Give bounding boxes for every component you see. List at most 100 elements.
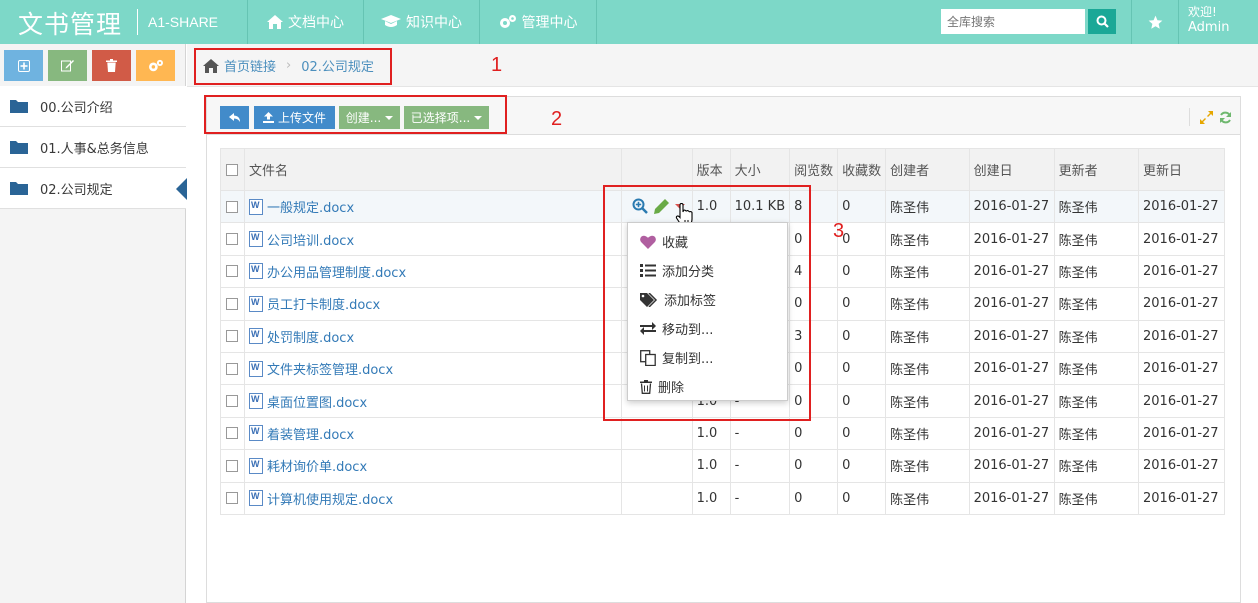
creator-cell: 陈圣伟 [885,254,970,289]
version-cell: 1.0 [691,416,731,451]
row-checkbox[interactable] [226,492,239,505]
table-row[interactable]: W 着装管理.docx 1.0-0 0 陈圣伟 2016-01-27 陈圣伟 2016-01-… [220,416,1225,451]
file-name: 办公用品管理制度.docx [266,265,407,281]
nav-knowledge-center[interactable]: 知识中心 [363,0,479,44]
views-cell: 0 [789,416,839,451]
col-updated[interactable]: 更新日 [1138,148,1225,191]
created-date-cell: 2016-01-27 [968,481,1055,515]
file-name: 文件夹标签管理.docx [266,363,394,379]
user-menu[interactable]: 欢迎! Admin [1188,5,1229,35]
panel-tools [1189,108,1232,126]
created-date-cell: 2016-01-27 [968,319,1055,353]
row-checkbox[interactable] [226,297,239,310]
row-checkbox[interactable] [226,459,239,472]
creator-cell: 陈圣伟 [885,319,970,353]
col-creator[interactable]: 创建者 [885,148,970,191]
updated-date-cell: 2016-01-27 [1138,319,1225,353]
table-row[interactable]: W 耗材询价单.docx 1.0-0 0 陈圣伟 2016-01-27 陈圣伟 2016-01… [220,449,1225,483]
file-link[interactable]: W 办公用品管理制度.docx [248,262,617,281]
size-cell: - [729,449,791,483]
select-all-checkbox[interactable] [226,163,239,176]
word-doc-icon: W [248,425,263,442]
search-button[interactable] [1088,9,1116,34]
word-doc-icon: W [248,393,263,410]
favorites-cell: 0 [837,222,887,256]
updated-date-cell: 2016-01-27 [1138,481,1225,515]
file-link[interactable]: W 耗材询价单.docx [248,456,617,475]
file-link[interactable]: W 文件夹标签管理.docx [248,359,617,379]
app-subtitle: A1-SHARE [148,14,219,30]
cogs-icon [499,15,516,28]
edit-folder-button[interactable] [48,50,87,81]
created-date-cell: 2016-01-27 [968,449,1055,483]
file-link[interactable]: W 员工打卡制度.docx [248,294,617,313]
col-favorites[interactable]: 收藏数 [837,148,887,191]
row-checkbox[interactable] [226,265,239,278]
updater-cell: 陈圣伟 [1053,449,1140,483]
file-link[interactable]: W 处罚制度.docx [248,327,617,346]
table-row[interactable]: W 计算机使用规定.docx 1.0-0 0 陈圣伟 2016-01-27 陈圣伟 2016-… [220,481,1225,515]
file-name-cell: W 员工打卡制度.docx [243,287,622,321]
favorites-button[interactable] [1131,0,1179,44]
nav-label: 知识中心 [406,15,462,31]
updated-date-cell: 2016-01-27 [1138,222,1225,256]
folder-item-hr-affairs[interactable]: 01.人事&总务信息 [0,127,186,168]
col-created[interactable]: 创建日 [968,148,1055,191]
expand-icon[interactable] [1200,110,1213,124]
folder-item-company-intro[interactable]: 00.公司介绍 [0,86,186,127]
folder-icon [10,141,28,154]
file-link[interactable]: W 着装管理.docx [248,424,617,443]
file-link[interactable]: W 计算机使用规定.docx [248,489,617,508]
row-checkbox[interactable] [226,330,239,343]
row-checkbox[interactable] [226,362,239,375]
favorites-cell: 0 [837,481,887,515]
annotation-box-row-menu [603,185,811,421]
delete-folder-button[interactable] [92,50,131,81]
updated-date-cell: 2016-01-27 [1138,449,1225,483]
add-folder-button[interactable] [4,50,43,81]
file-link[interactable]: W 一般规定.docx [248,197,617,216]
plus-square-icon [17,59,30,72]
nav-document-center[interactable]: 文档中心 [247,0,363,44]
word-doc-icon: W [248,231,263,248]
favorites-cell: 0 [837,384,887,418]
nav-label: 管理中心 [521,15,578,31]
word-doc-icon: W [248,360,263,377]
updater-cell: 陈圣伟 [1053,351,1140,386]
row-checkbox[interactable] [226,395,239,408]
nav-admin-center[interactable]: 管理中心 [479,0,597,44]
views-cell: 0 [789,449,839,483]
edit-icon [61,60,74,72]
col-updater[interactable]: 更新者 [1053,148,1140,191]
row-checkbox[interactable] [226,200,239,213]
sidebar: 00.公司介绍 01.人事&总务信息 02.公司规定 [0,44,187,603]
home-icon [267,15,283,29]
file-name-cell: W 公司培训.docx [243,222,622,256]
welcome-text: 欢迎! [1188,5,1217,19]
refresh-icon[interactable] [1219,111,1232,124]
app-title: 文书管理 [18,10,123,39]
creator-cell: 陈圣伟 [885,384,970,418]
folder-item-company-rules[interactable]: 02.公司规定 [0,168,187,209]
updated-date-cell: 2016-01-27 [1138,287,1225,321]
sidebar-shortcuts [4,50,175,81]
folder-settings-button[interactable] [136,50,175,81]
created-date-cell: 2016-01-27 [968,222,1055,256]
views-cell: 0 [789,481,839,515]
annotation-label-1: 1 [491,54,503,76]
global-search-input[interactable] [941,9,1085,34]
file-name: 计算机使用规定.docx [266,492,394,508]
file-link[interactable]: W 桌面位置图.docx [248,392,617,411]
row-checkbox[interactable] [226,427,239,440]
row-select-cell [220,416,245,451]
file-name-cell: W 耗材询价单.docx [243,449,622,483]
row-checkbox[interactable] [226,233,239,246]
creator-cell: 陈圣伟 [885,351,970,386]
select-all-cell [220,148,245,191]
col-filename[interactable]: 文件名 [243,148,622,191]
file-link[interactable]: W 公司培训.docx [248,230,617,249]
version-cell: 1.0 [691,481,731,515]
word-doc-icon: W [248,295,263,312]
created-date-cell: 2016-01-27 [968,384,1055,418]
file-name: 处罚制度.docx [266,330,355,346]
